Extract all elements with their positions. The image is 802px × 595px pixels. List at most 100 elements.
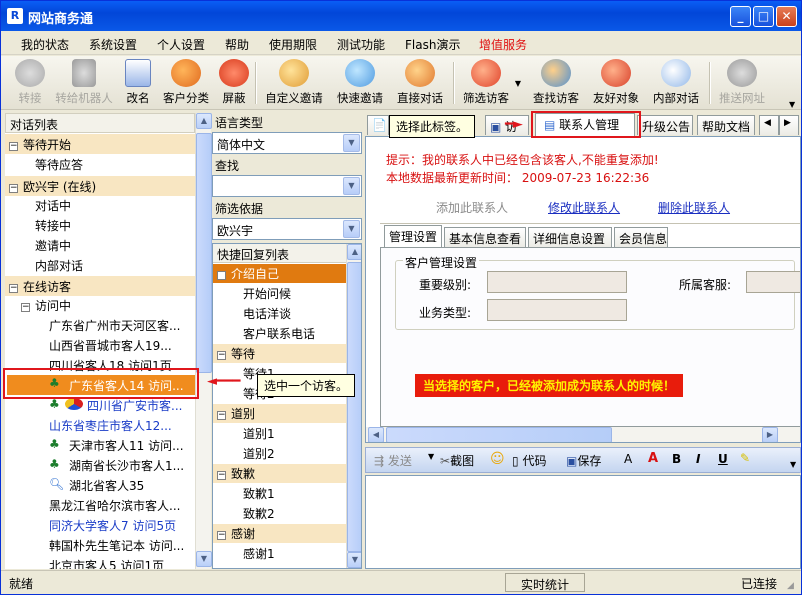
collapse-icon[interactable]: −	[21, 303, 30, 312]
collapse-icon[interactable]: −	[217, 271, 226, 280]
chevron-down-icon[interactable]: ▼	[343, 134, 360, 152]
subtab-basic-info[interactable]: 基本信息查看	[444, 227, 526, 247]
visitor-item[interactable]: 韩国朴先生笔记本 访问...	[49, 537, 184, 554]
collapse-icon[interactable]: −	[217, 471, 226, 480]
filter-visitor-button[interactable]: 筛选访客	[461, 59, 511, 107]
custom-invite-button[interactable]: 自定义邀请	[263, 59, 325, 107]
edit-contact-link[interactable]: 修改此联系人	[548, 199, 620, 216]
reply-scrollbar[interactable]: ▲ ▼	[346, 244, 361, 568]
collapse-icon[interactable]: −	[9, 284, 18, 293]
highlight-pen-icon[interactable]: ✎	[740, 451, 750, 465]
subgroup-visiting[interactable]: − 访问中	[21, 297, 71, 314]
direct-chat-button[interactable]: 直接对话	[395, 59, 445, 107]
push-url-button[interactable]: 推送网址	[717, 59, 767, 107]
reply-item[interactable]: 开始问候	[243, 285, 291, 302]
tab-scroll-left[interactable]: ◀	[759, 115, 779, 135]
send-button[interactable]: ⇶ 发送	[374, 452, 412, 469]
tree-item-inviting[interactable]: 邀请中	[35, 237, 71, 254]
menu-test-features[interactable]: 测试功能	[337, 36, 385, 53]
reply-group-intro[interactable]: − 介绍自己	[213, 264, 346, 283]
collapse-icon[interactable]: −	[9, 184, 18, 193]
left-scrollbar[interactable]: ▲ ▼	[195, 113, 212, 569]
visitor-item[interactable]: 四川省广安市客...	[87, 397, 182, 414]
chevron-down-icon[interactable]: ▼	[343, 220, 360, 238]
block-button[interactable]: 屏蔽	[219, 59, 249, 107]
menu-my-status[interactable]: 我的状态	[21, 36, 69, 53]
minimize-button[interactable]: _	[730, 6, 751, 27]
collapse-icon[interactable]: −	[217, 531, 226, 540]
scroll-left-button[interactable]: ◀	[368, 427, 384, 442]
internal-chat-button[interactable]: 内部对话	[651, 59, 701, 107]
send-dropdown[interactable]: ▼	[428, 452, 434, 461]
bold-button[interactable]: B	[672, 452, 681, 466]
subtab-member-info[interactable]: 会员信息	[614, 227, 668, 247]
maximize-button[interactable]: □	[753, 6, 774, 27]
reply-group-goodbye[interactable]: − 道别	[213, 404, 346, 423]
underline-button[interactable]: U	[718, 452, 728, 466]
title-bar[interactable]: R 网站商务通 _ □ ✕	[1, 1, 801, 31]
tab-upgrade-notice[interactable]: 升级公告	[637, 115, 693, 135]
resize-grip-icon[interactable]: ◢	[787, 581, 794, 591]
scroll-up-button[interactable]: ▲	[347, 244, 361, 260]
scroll-thumb[interactable]	[347, 262, 361, 552]
quick-invite-button[interactable]: 快速邀请	[335, 59, 385, 107]
screenshot-button[interactable]: ✂截图	[440, 452, 474, 469]
chevron-down-icon[interactable]: ▼	[343, 177, 360, 195]
find-select[interactable]: ▼	[212, 175, 362, 197]
reply-item[interactable]: 致歉2	[243, 505, 275, 522]
visitor-item[interactable]: 同济大学客人7 访问5页	[49, 517, 176, 534]
visitor-item[interactable]: 山东省枣庄市客人12...	[49, 417, 172, 434]
business-type-field[interactable]	[487, 299, 627, 321]
visitor-item[interactable]: 湖南省长沙市客人1...	[69, 457, 184, 474]
chat-toolbar-overflow-icon[interactable]: ▼	[790, 460, 796, 469]
font-color-button[interactable]: A	[648, 451, 658, 466]
menu-value-added[interactable]: 增值服务	[479, 36, 527, 53]
group-waiting[interactable]: − 等待开始	[5, 134, 195, 154]
customer-category-button[interactable]: 客户分类	[161, 59, 211, 107]
transfer-button[interactable]: 转接	[11, 59, 49, 107]
menu-help[interactable]: 帮助	[225, 36, 249, 53]
chat-input[interactable]	[365, 475, 801, 569]
toolbar-overflow-icon[interactable]: ▼	[789, 100, 795, 109]
importance-field[interactable]	[487, 271, 627, 293]
reply-item[interactable]: 道别1	[243, 425, 275, 442]
reply-item[interactable]: 电话洋谈	[243, 305, 291, 322]
scroll-up-button[interactable]: ▲	[196, 113, 212, 129]
scroll-down-button[interactable]: ▼	[196, 551, 212, 567]
service-field[interactable]	[746, 271, 800, 293]
tab-page-icon[interactable]: 📄	[367, 115, 389, 135]
subtab-manage-settings[interactable]: 管理设置	[384, 225, 442, 247]
h-scroll-thumb[interactable]	[386, 427, 612, 442]
group-agent-online[interactable]: − 欧兴宇 (在线)	[5, 176, 195, 196]
code-button[interactable]: ▯ 代码	[512, 452, 546, 469]
tab-scroll-right[interactable]: ▶	[779, 115, 799, 135]
reply-item[interactable]: 客户联系电话	[243, 325, 315, 342]
visitor-item[interactable]: 北京市客人5 访问1页	[49, 557, 164, 569]
delete-contact-link[interactable]: 删除此联系人	[658, 199, 730, 216]
visitor-item[interactable]: 天津市客人11 访问...	[69, 437, 184, 454]
save-button[interactable]: ▣保存	[566, 452, 601, 469]
scroll-down-button[interactable]: ▼	[347, 552, 361, 568]
menu-flash-demo[interactable]: Flash演示	[405, 36, 460, 53]
tree-item-waiting-reply[interactable]: 等待应答	[35, 156, 83, 173]
realtime-stats[interactable]: 实时统计	[505, 573, 585, 592]
close-button[interactable]: ✕	[776, 6, 797, 27]
visitor-item[interactable]: 山西省晋城市客人19...	[49, 337, 172, 354]
reply-group-wait[interactable]: − 等待	[213, 344, 346, 363]
collapse-icon[interactable]: −	[217, 351, 226, 360]
tree-item-transferring[interactable]: 转接中	[35, 217, 71, 234]
language-select[interactable]: 简体中文 ▼	[212, 132, 362, 154]
menu-usage-period[interactable]: 使用期限	[269, 36, 317, 53]
find-visitor-button[interactable]: 查找访客	[531, 59, 581, 107]
visitor-item[interactable]: 湖北省客人35	[69, 477, 144, 494]
visitor-item[interactable]: 广东省广州市天河区客...	[49, 317, 180, 334]
collapse-icon[interactable]: −	[9, 142, 18, 151]
h-scrollbar[interactable]: ◀ ▶	[366, 427, 800, 442]
reply-item[interactable]: 致歉1	[243, 485, 275, 502]
rename-button[interactable]: 改名	[121, 59, 155, 107]
add-contact-link[interactable]: 添加此联系人	[436, 199, 508, 216]
filter-visitor-dropdown[interactable]: ▼	[513, 59, 523, 107]
font-button[interactable]: A	[624, 452, 632, 466]
group-online-visitors[interactable]: − 在线访客	[5, 276, 195, 296]
filter-basis-select[interactable]: 欧兴宇 ▼	[212, 218, 362, 240]
